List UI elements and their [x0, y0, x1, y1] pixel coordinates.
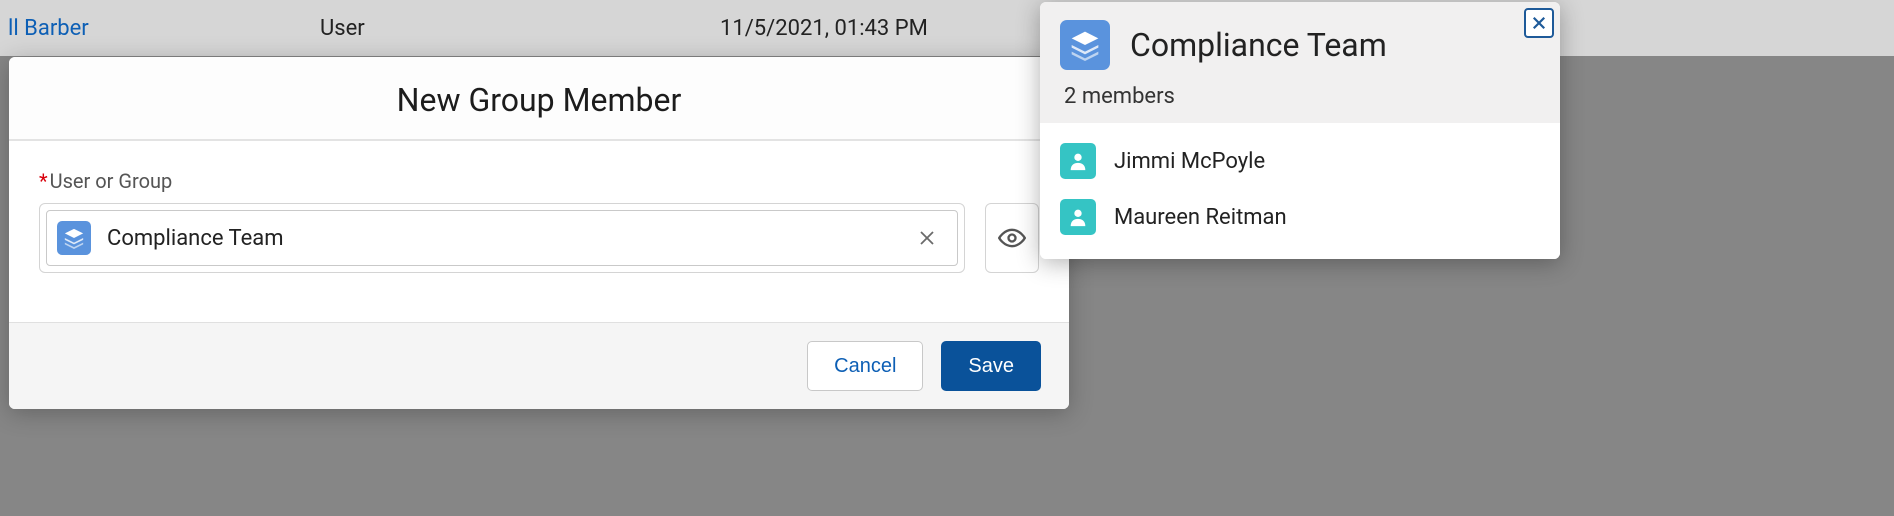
popover-close-button[interactable] — [1524, 8, 1554, 38]
table-row: ll Barber User 11/5/2021, 01:43 PM — [0, 0, 1894, 56]
new-group-member-modal: New Group Member *User or Group Complian… — [9, 57, 1069, 409]
popover-title-row: Compliance Team — [1060, 20, 1540, 70]
popover-subtitle: 2 members — [1060, 84, 1540, 109]
lookup-row: Compliance Team — [39, 203, 1039, 273]
table-row-type: User — [320, 16, 720, 41]
member-name: Maureen Reitman — [1114, 205, 1287, 230]
required-indicator: * — [39, 169, 48, 193]
field-label-text: User or Group — [50, 169, 173, 193]
list-item[interactable]: Maureen Reitman — [1056, 189, 1544, 245]
modal-title: New Group Member — [9, 81, 1069, 119]
group-icon — [57, 221, 91, 255]
lookup-selected-value: Compliance Team — [107, 226, 913, 251]
close-icon — [1532, 16, 1546, 30]
avatar-icon — [1060, 199, 1096, 235]
table-row-name-link[interactable]: ll Barber — [0, 16, 320, 41]
lookup-wrapper: Compliance Team — [39, 203, 965, 273]
group-icon — [1060, 20, 1110, 70]
lookup-pill[interactable]: Compliance Team — [46, 210, 958, 266]
member-name: Jimmi McPoyle — [1114, 149, 1265, 174]
preview-button[interactable] — [985, 203, 1039, 273]
popover-title: Compliance Team — [1130, 26, 1387, 64]
avatar-icon — [1060, 143, 1096, 179]
close-icon — [919, 230, 935, 246]
save-button[interactable]: Save — [941, 341, 1041, 391]
table-row-datetime: 11/5/2021, 01:43 PM — [720, 16, 928, 41]
eye-icon — [998, 224, 1026, 252]
modal-header: New Group Member — [9, 57, 1069, 141]
field-label: *User or Group — [39, 169, 1039, 193]
popover-body: Jimmi McPoyle Maureen Reitman — [1040, 123, 1560, 259]
group-preview-popover: Compliance Team 2 members Jimmi McPoyle … — [1040, 2, 1560, 259]
modal-footer: Cancel Save — [9, 323, 1069, 409]
list-item[interactable]: Jimmi McPoyle — [1056, 133, 1544, 189]
modal-body: *User or Group Compliance Team — [9, 141, 1069, 323]
cancel-button[interactable]: Cancel — [807, 341, 923, 391]
popover-header: Compliance Team 2 members — [1040, 2, 1560, 123]
clear-selection-button[interactable] — [913, 224, 941, 252]
